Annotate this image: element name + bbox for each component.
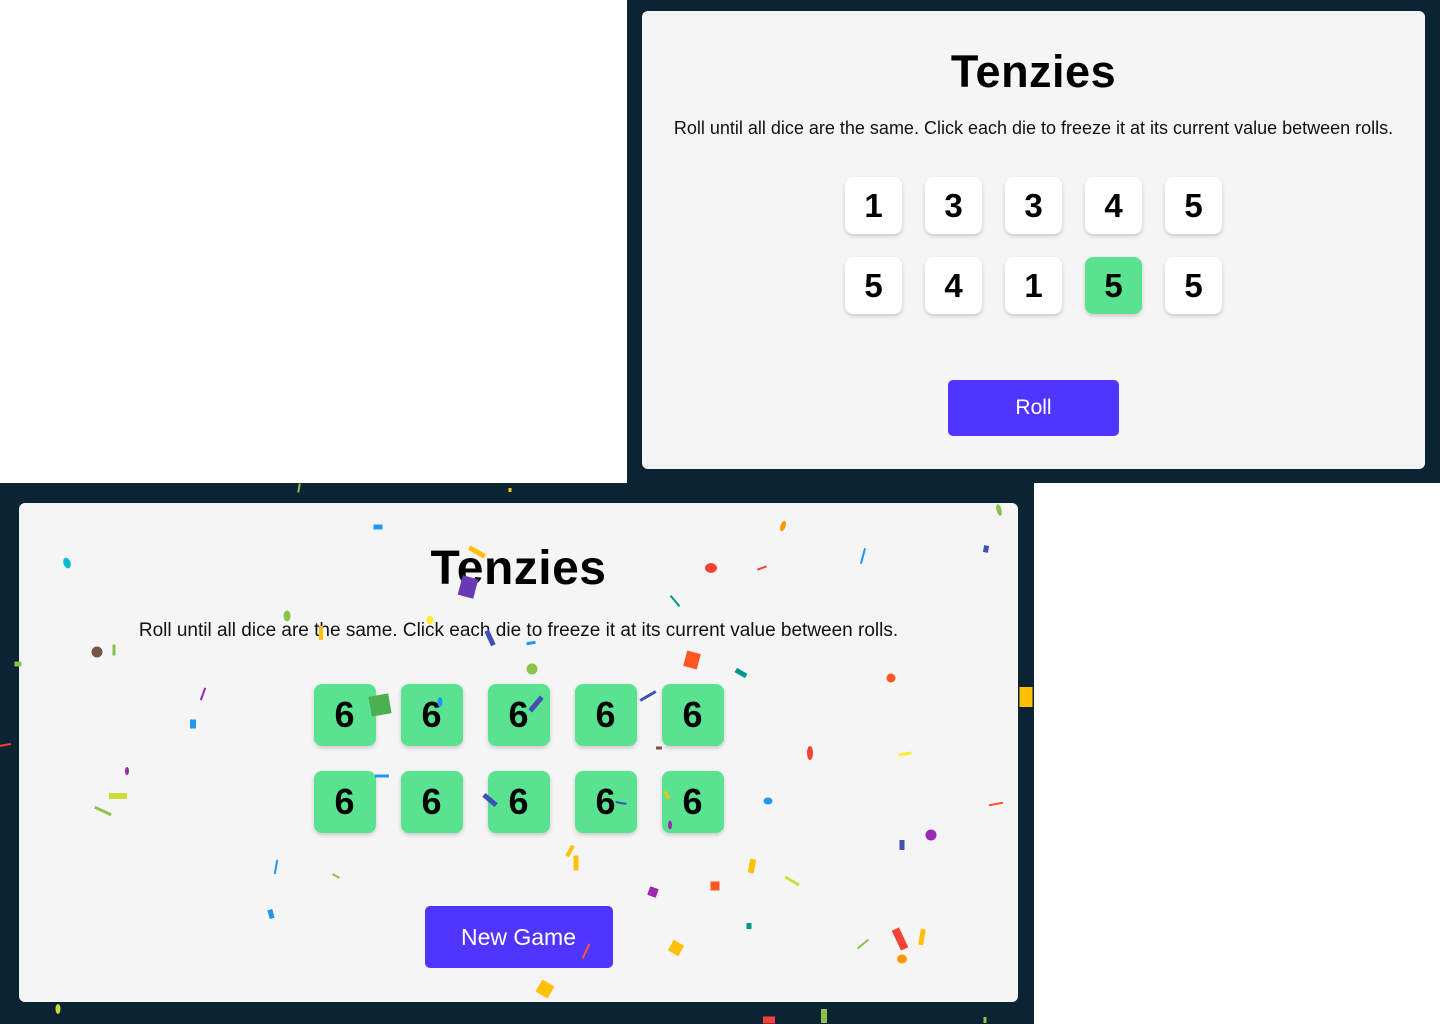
held-die[interactable]: 6 [487,771,550,833]
die[interactable]: 4 [925,257,982,314]
game-title: Tenzies [430,542,607,595]
game-card: Tenzies Roll until all dice are the same… [642,11,1425,469]
game-instructions: Roll until all dice are the same. Click … [673,118,1394,138]
held-die[interactable]: 6 [313,684,376,746]
held-die[interactable]: 6 [574,684,637,746]
die[interactable]: 5 [1165,177,1222,234]
roll-button[interactable]: Roll [948,380,1119,436]
game-title: Tenzies [950,46,1117,97]
confetti-piece [55,1004,61,1014]
confetti-piece [508,488,512,492]
confetti-piece [297,483,301,493]
dice-grid: 1 3 3 4 5 5 4 1 5 5 [845,177,1222,314]
confetti-piece [1019,687,1033,707]
die[interactable]: 1 [845,177,902,234]
dice-grid: 6 6 6 6 6 6 6 6 6 6 [313,684,724,833]
game-instructions: Roll until all dice are the same. Click … [138,620,899,641]
confetti-piece [763,1016,775,1024]
held-die[interactable]: 6 [313,771,376,833]
die[interactable]: 5 [845,257,902,314]
held-die[interactable]: 6 [487,684,550,746]
held-die[interactable]: 6 [661,684,724,746]
held-die[interactable]: 6 [400,684,463,746]
held-die[interactable]: 6 [661,771,724,833]
held-die[interactable]: 6 [574,771,637,833]
die[interactable]: 1 [1005,257,1062,314]
die[interactable]: 3 [1005,177,1062,234]
confetti-piece [821,1009,827,1023]
held-die[interactable]: 6 [400,771,463,833]
game-card: Tenzies Roll until all dice are the same… [19,503,1018,1002]
game-in-progress-screenshot: Tenzies Roll until all dice are the same… [627,0,1440,483]
held-die[interactable]: 5 [1085,257,1142,314]
die[interactable]: 3 [925,177,982,234]
new-game-button[interactable]: New Game [424,906,613,968]
die[interactable]: 4 [1085,177,1142,234]
confetti-piece [0,742,12,748]
die[interactable]: 5 [1165,257,1222,314]
confetti-piece [983,1017,987,1023]
game-won-screenshot: Tenzies Roll until all dice are the same… [0,483,1034,1024]
